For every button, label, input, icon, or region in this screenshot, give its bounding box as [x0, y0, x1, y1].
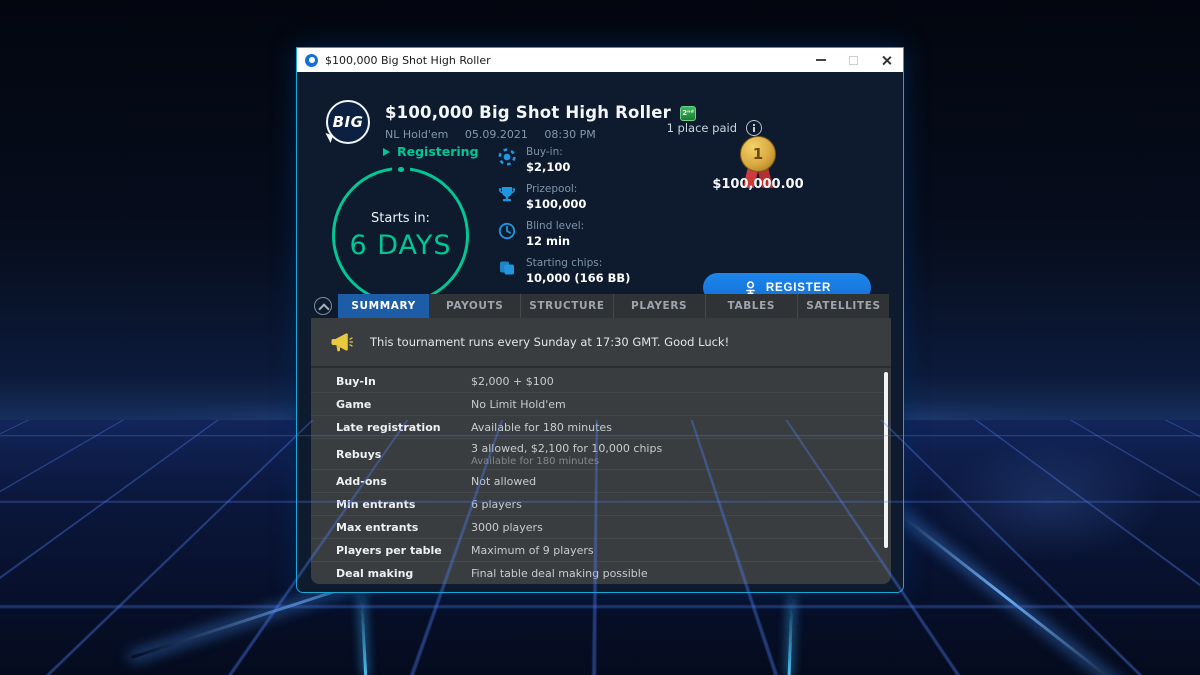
- stat-value: $100,000: [526, 197, 586, 211]
- table-row: Deal making Final table deal making poss…: [311, 562, 883, 584]
- lobby-tab-bar: SUMMARY PAYOUTS STRUCTURE PLAYERS TABLES…: [297, 294, 903, 318]
- minimize-button[interactable]: [804, 48, 837, 72]
- trophy-icon: [498, 185, 516, 203]
- countdown-value: 6 DAYS: [349, 230, 451, 261]
- table-row: Game No Limit Hold'em: [311, 393, 883, 416]
- row-label: Rebuys: [336, 448, 471, 461]
- row-value: Final table deal making possible: [471, 567, 648, 580]
- collapse-panel-button[interactable]: [314, 297, 332, 315]
- desktop-background: $100,000 Big Shot High Roller BIG $100,0…: [0, 0, 1200, 675]
- stat-value: 10,000 (166 BB): [526, 271, 630, 285]
- status-label: Registering: [397, 144, 479, 159]
- stat-value: $2,100: [526, 160, 570, 174]
- window-titlebar: $100,000 Big Shot High Roller: [297, 48, 903, 72]
- row-label: Add-ons: [336, 475, 471, 488]
- clock-icon: [498, 222, 516, 240]
- announcement-bar: This tournament runs every Sunday at 17:…: [311, 318, 891, 368]
- table-row: Add-ons Not allowed: [311, 470, 883, 493]
- tabs: SUMMARY PAYOUTS STRUCTURE PLAYERS TABLES…: [338, 294, 889, 318]
- ring-dot: [398, 167, 404, 172]
- row-label: Deal making: [336, 567, 471, 580]
- tab-tables[interactable]: TABLES: [705, 294, 797, 318]
- row-value: No Limit Hold'em: [471, 398, 566, 411]
- background-glow: [900, 420, 1200, 580]
- announcement-text: This tournament runs every Sunday at 17:…: [370, 335, 729, 349]
- row-label: Buy-In: [336, 375, 471, 388]
- row-value: 6 players: [471, 498, 522, 511]
- row-label: Players per table: [336, 544, 471, 557]
- tournament-lobby-window: $100,000 Big Shot High Roller BIG $100,0…: [296, 47, 904, 593]
- row-label: Min entrants: [336, 498, 471, 511]
- table-row: Max entrants 3000 players: [311, 516, 883, 539]
- table-row: Players per table Maximum of 9 players: [311, 539, 883, 562]
- medal-circle: 1: [740, 136, 776, 172]
- info-icon[interactable]: [746, 120, 762, 136]
- registration-status: Registering: [383, 144, 479, 159]
- close-icon: [881, 55, 892, 66]
- chip-icon: [498, 148, 516, 166]
- stat-label: Prizepool:: [526, 183, 586, 195]
- row-value: $2,000 + $100: [471, 375, 554, 388]
- tab-summary[interactable]: SUMMARY: [338, 294, 429, 318]
- summary-table: Buy-In $2,000 + $100 Game No Limit Hold'…: [311, 370, 883, 584]
- countdown-ring: Starts in: 6 DAYS: [332, 167, 469, 304]
- row-label: Game: [336, 398, 471, 411]
- stat-label: Blind level:: [526, 220, 584, 232]
- tab-structure[interactable]: STRUCTURE: [520, 294, 612, 318]
- megaphone-icon: [331, 332, 353, 352]
- play-triangle-icon: [383, 148, 390, 156]
- stat-buyin: Buy-in: $2,100: [498, 146, 630, 174]
- medal-place-number: 1: [753, 145, 763, 163]
- window-title: $100,000 Big Shot High Roller: [325, 54, 804, 67]
- stat-prizepool: Prizepool: $100,000: [498, 183, 630, 211]
- stat-label: Buy-in:: [526, 146, 570, 158]
- row-secondary-value: Available for 180 minutes: [471, 456, 662, 467]
- row-label: Late registration: [336, 421, 471, 434]
- tab-payouts[interactable]: PAYOUTS: [429, 294, 520, 318]
- table-row: Min entrants 6 players: [311, 493, 883, 516]
- places-paid-row: 1 place paid: [297, 120, 762, 136]
- row-value: Not allowed: [471, 475, 536, 488]
- row-value: 3000 players: [471, 521, 543, 534]
- tournament-header: BIG $100,000 Big Shot High Roller2ⁿᵈ NL …: [297, 72, 903, 294]
- table-row: Rebuys 3 allowed, $2,100 for 10,000 chip…: [311, 439, 883, 470]
- rebuy-badge: 2ⁿᵈ: [680, 106, 696, 121]
- register-seat-icon: [743, 280, 758, 295]
- maximize-button[interactable]: [837, 48, 870, 72]
- row-value: Maximum of 9 players: [471, 544, 594, 557]
- scrollbar-thumb[interactable]: [884, 372, 888, 548]
- maximize-icon: [849, 56, 858, 65]
- table-row: Late registration Available for 180 minu…: [311, 416, 883, 439]
- table-row: Buy-In $2,000 + $100: [311, 370, 883, 393]
- window-controls: [804, 48, 903, 72]
- first-prize-amount: $100,000.00: [673, 177, 843, 192]
- row-value: 3 allowed, $2,100 for 10,000 chips: [471, 442, 662, 455]
- app-icon: [305, 54, 318, 67]
- countdown-label: Starts in:: [371, 211, 430, 226]
- stat-blind-level: Blind level: 12 min: [498, 220, 630, 248]
- minimize-icon: [816, 59, 826, 61]
- register-button-label: REGISTER: [766, 282, 831, 294]
- tab-players[interactable]: PLAYERS: [613, 294, 705, 318]
- stat-value: 12 min: [526, 234, 584, 248]
- close-button[interactable]: [870, 48, 903, 72]
- places-paid-label: 1 place paid: [667, 121, 737, 135]
- chips-stack-icon: [498, 259, 516, 277]
- summary-panel: This tournament runs every Sunday at 17:…: [311, 318, 891, 584]
- row-value: Available for 180 minutes: [471, 421, 612, 434]
- row-label: Max entrants: [336, 521, 471, 534]
- stat-label: Starting chips:: [526, 257, 630, 269]
- summary-scrollbar[interactable]: [884, 372, 888, 582]
- tab-satellites[interactable]: SATELLITES: [797, 294, 889, 318]
- stat-starting-chips: Starting chips: 10,000 (166 BB): [498, 257, 630, 285]
